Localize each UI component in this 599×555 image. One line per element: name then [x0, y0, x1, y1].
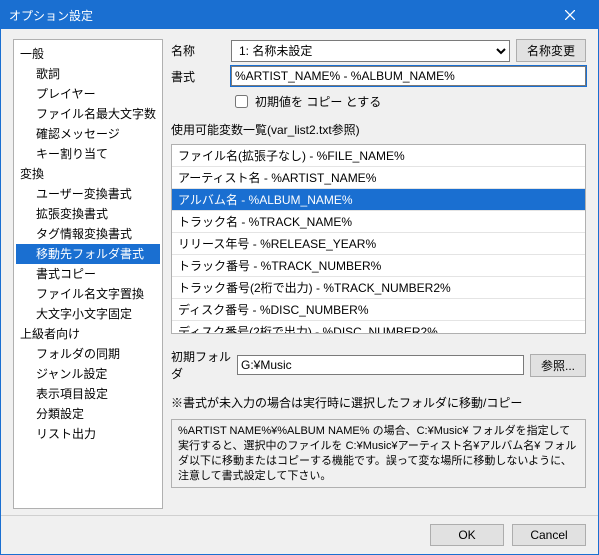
tree-item[interactable]: ジャンル設定 — [16, 364, 160, 384]
tree-item[interactable]: 歌詞 — [16, 64, 160, 84]
options-window: オプション設定 一般歌詞プレイヤーファイル名最大文字数確認メッセージキー割り当て… — [0, 0, 599, 555]
tree-group[interactable]: 変換 — [16, 164, 160, 184]
browse-button[interactable]: 参照... — [530, 354, 586, 377]
tree-item[interactable]: 分類設定 — [16, 404, 160, 424]
variable-item[interactable]: リリース年号 - %RELEASE_YEAR% — [172, 233, 585, 255]
ok-button[interactable]: OK — [430, 524, 504, 546]
tree-item[interactable]: フォルダの同期 — [16, 344, 160, 364]
note-text: ※書式が未入力の場合は実行時に選択したフォルダに移動/コピー — [171, 394, 586, 411]
name-row: 名称 1: 名称未設定 名称変更 — [171, 39, 586, 62]
name-label: 名称 — [171, 42, 225, 59]
tree-item[interactable]: ファイル名文字置換 — [16, 284, 160, 304]
variable-item[interactable]: アルバム名 - %ALBUM_NAME% — [172, 189, 585, 211]
tree-item[interactable]: 移動先フォルダ書式 — [16, 244, 160, 264]
body: 一般歌詞プレイヤーファイル名最大文字数確認メッセージキー割り当て変換ユーザー変換… — [1, 29, 598, 515]
close-icon — [565, 10, 575, 20]
tree-item[interactable]: 書式コピー — [16, 264, 160, 284]
initcopy-checkbox[interactable] — [235, 95, 248, 108]
tree-item[interactable]: ユーザー変換書式 — [16, 184, 160, 204]
tree-item[interactable]: 大文字小文字固定 — [16, 304, 160, 324]
close-button[interactable] — [550, 1, 590, 29]
variable-list[interactable]: ファイル名(拡張子なし) - %FILE_NAME%アーティスト名 - %ART… — [171, 144, 586, 334]
variable-item[interactable]: ディスク番号 - %DISC_NUMBER% — [172, 299, 585, 321]
initcopy-label: 初期値を コピー とする — [255, 93, 381, 110]
footer: OK Cancel — [1, 515, 598, 554]
name-change-button[interactable]: 名称変更 — [516, 39, 586, 62]
variable-item[interactable]: トラック名 - %TRACK_NAME% — [172, 211, 585, 233]
tree-item[interactable]: 確認メッセージ — [16, 124, 160, 144]
category-tree[interactable]: 一般歌詞プレイヤーファイル名最大文字数確認メッセージキー割り当て変換ユーザー変換… — [13, 39, 163, 509]
tree-group[interactable]: 一般 — [16, 44, 160, 64]
formula-row: 書式 — [171, 66, 586, 86]
tree-item[interactable]: キー割り当て — [16, 144, 160, 164]
tree-item[interactable]: リスト出力 — [16, 424, 160, 444]
initfolder-input[interactable] — [237, 355, 524, 375]
formula-input[interactable] — [231, 66, 586, 86]
variable-item[interactable]: トラック番号(2桁で出力) - %TRACK_NUMBER2% — [172, 277, 585, 299]
tree-item[interactable]: 拡張変換書式 — [16, 204, 160, 224]
variable-item[interactable]: アーティスト名 - %ARTIST_NAME% — [172, 167, 585, 189]
tree-group[interactable]: 上級者向け — [16, 324, 160, 344]
variable-item[interactable]: ディスク番号(2桁で出力) - %DISC_NUMBER2% — [172, 321, 585, 334]
formula-label: 書式 — [171, 68, 225, 85]
description-box: %ARTIST NAME%¥%ALBUM NAME% の場合、C:¥Music¥… — [171, 419, 586, 488]
titlebar: オプション設定 — [1, 1, 598, 29]
tree-item[interactable]: ファイル名最大文字数 — [16, 104, 160, 124]
variable-item[interactable]: トラック番号 - %TRACK_NUMBER% — [172, 255, 585, 277]
name-select[interactable]: 1: 名称未設定 — [231, 40, 510, 62]
initcopy-row: 初期値を コピー とする — [231, 92, 586, 111]
initfolder-label: 初期フォルダ — [171, 348, 231, 382]
variable-item[interactable]: ファイル名(拡張子なし) - %FILE_NAME% — [172, 145, 585, 167]
cancel-button[interactable]: Cancel — [512, 524, 586, 546]
initfolder-row: 初期フォルダ 参照... — [171, 348, 586, 382]
tree-item[interactable]: 表示項目設定 — [16, 384, 160, 404]
varlist-label: 使用可能変数一覧(var_list2.txt参照) — [171, 121, 586, 138]
tree-item[interactable]: プレイヤー — [16, 84, 160, 104]
tree-item[interactable]: タグ情報変換書式 — [16, 224, 160, 244]
content-panel: 名称 1: 名称未設定 名称変更 書式 初期値を コピー とする 使用可能変数一… — [171, 39, 586, 509]
window-title: オプション設定 — [9, 7, 93, 24]
